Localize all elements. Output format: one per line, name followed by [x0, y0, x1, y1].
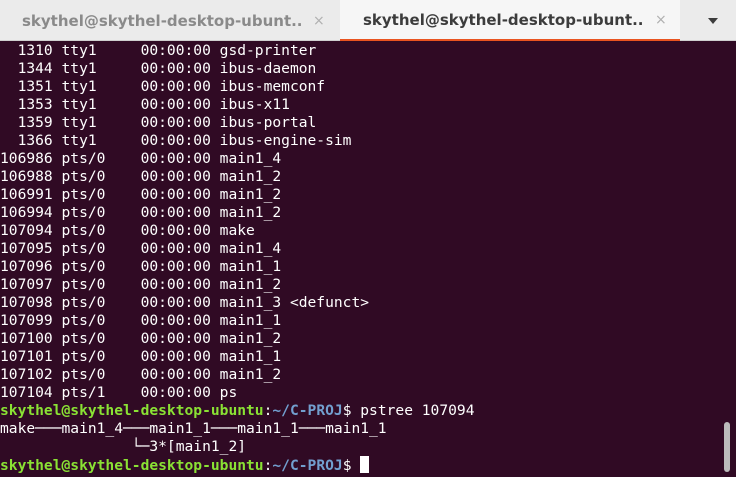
- prompt-path: ~/C-PROJ: [272, 457, 343, 474]
- process-line: 1366 tty1 00:00:00 ibus-engine-sim: [0, 132, 352, 149]
- process-line: 1344 tty1 00:00:00 ibus-daemon: [0, 60, 317, 77]
- close-icon[interactable]: ×: [313, 13, 325, 29]
- process-line: 107097 pts/0 00:00:00 main1_2: [0, 276, 282, 293]
- process-line: 1310 tty1 00:00:00 gsd-printer: [0, 42, 317, 59]
- scrollbar-thumb[interactable]: [724, 422, 730, 472]
- chevron-down-icon: [708, 17, 718, 24]
- prompt-user: skythel@skythel-desktop-ubuntu: [0, 402, 264, 419]
- pstree-line: make───main1_4───main1_1───main1_1───mai…: [0, 420, 387, 437]
- process-line: 1351 tty1 00:00:00 ibus-memconf: [0, 78, 326, 95]
- process-line: 106991 pts/0 00:00:00 main1_2: [0, 186, 282, 203]
- tab-title: skythel@skythel-desktop-ubunt...: [22, 11, 302, 30]
- prompt-path: ~/C-PROJ: [272, 402, 343, 419]
- process-line: 107095 pts/0 00:00:00 main1_4: [0, 240, 282, 257]
- process-line: 107102 pts/0 00:00:00 main1_2: [0, 366, 282, 383]
- process-line: 106986 pts/0 00:00:00 main1_4: [0, 150, 282, 167]
- prompt-dollar: $: [342, 457, 361, 474]
- process-line: 106988 pts/0 00:00:00 main1_2: [0, 168, 282, 185]
- process-line: 107104 pts/1 00:00:00 ps: [0, 384, 238, 401]
- process-line: 107094 pts/0 00:00:00 make: [0, 222, 255, 239]
- process-line: 107099 pts/0 00:00:00 main1_1: [0, 312, 282, 329]
- tab-2-active[interactable]: skythel@skythel-desktop-ubunt... ×: [340, 0, 680, 41]
- text-cursor: [360, 456, 370, 473]
- close-icon[interactable]: ×: [655, 12, 667, 28]
- process-line: 1359 tty1 00:00:00 ibus-portal: [0, 114, 317, 131]
- process-line: 107098 pts/0 00:00:00 main1_3 <defunct>: [0, 294, 370, 311]
- command-text: pstree 107094: [360, 402, 475, 419]
- terminal-output[interactable]: 1310 tty1 00:00:00 gsd-printer 1344 tty1…: [0, 42, 722, 477]
- tab-1[interactable]: skythel@skythel-desktop-ubunt... ×: [0, 0, 340, 41]
- tab-bar: skythel@skythel-desktop-ubunt... × skyth…: [0, 0, 736, 41]
- active-prompt-line[interactable]: skythel@skythel-desktop-ubuntu:~/C-PROJ$: [0, 456, 722, 474]
- process-line: 107101 pts/0 00:00:00 main1_1: [0, 348, 282, 365]
- tab-menu-button[interactable]: [690, 0, 736, 41]
- pstree-line: └─3*[main1_2]: [0, 438, 247, 455]
- prompt-user: skythel@skythel-desktop-ubuntu: [0, 457, 264, 474]
- process-line: 106994 pts/0 00:00:00 main1_2: [0, 204, 282, 221]
- prompt-dollar: $: [342, 402, 361, 419]
- prompt-line: skythel@skythel-desktop-ubuntu:~/C-PROJ$…: [0, 402, 722, 420]
- scrollbar-track[interactable]: [722, 42, 736, 477]
- process-line: 1353 tty1 00:00:00 ibus-x11: [0, 96, 290, 113]
- process-line: 107096 pts/0 00:00:00 main1_1: [0, 258, 282, 275]
- tab-title: skythel@skythel-desktop-ubunt...: [363, 10, 643, 29]
- process-line: 107100 pts/0 00:00:00 main1_2: [0, 330, 282, 347]
